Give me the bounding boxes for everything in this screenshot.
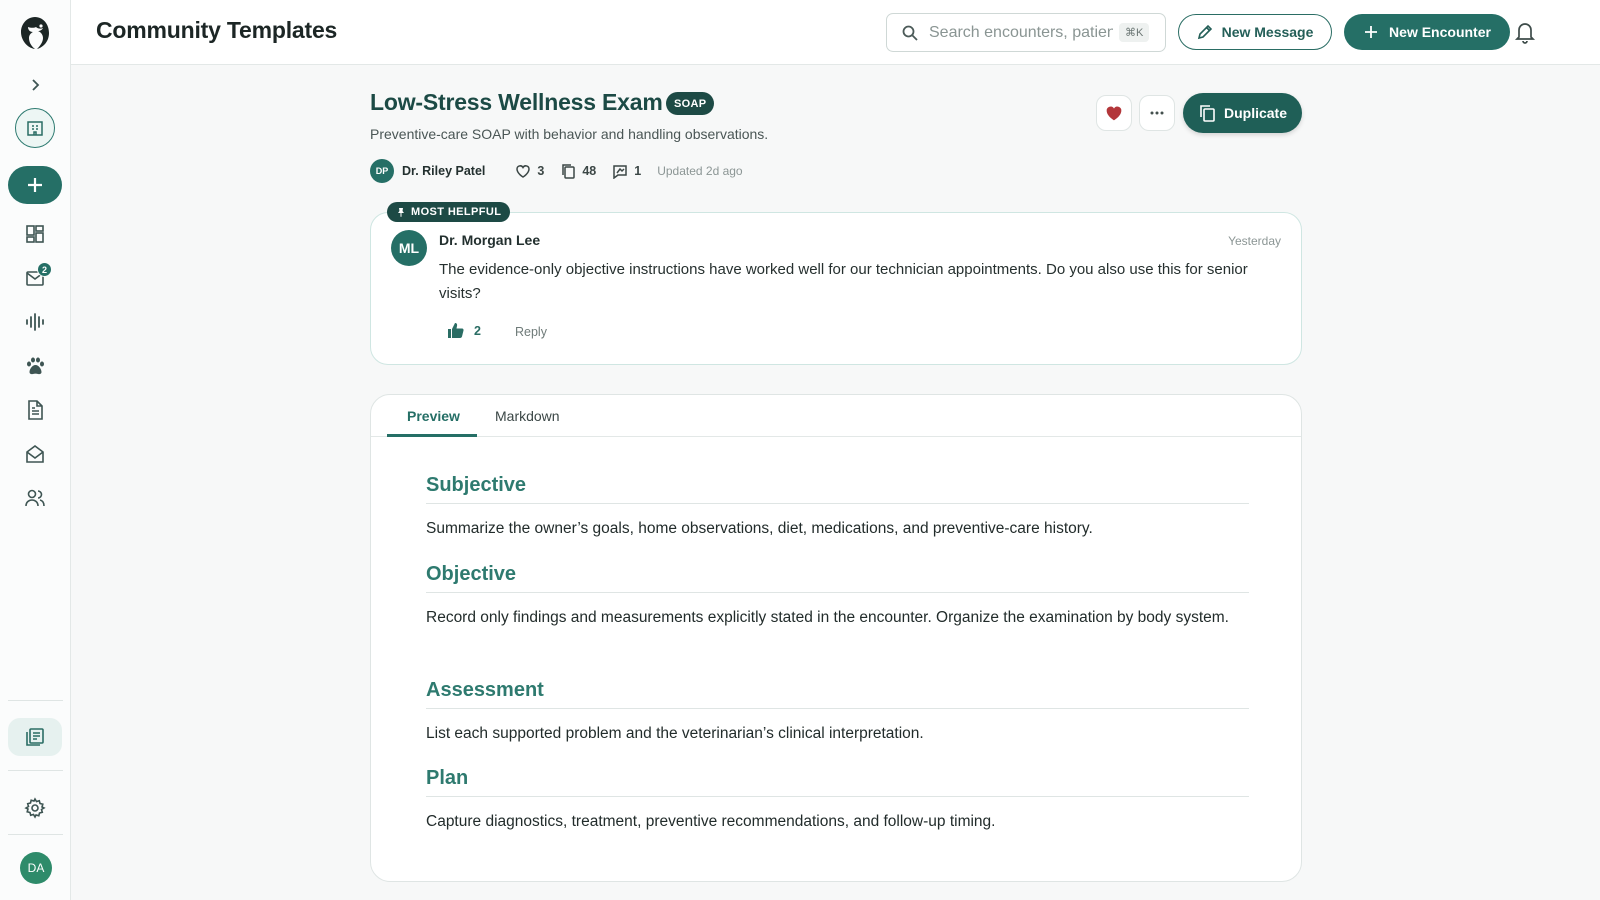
section-title: Objective bbox=[426, 563, 1249, 593]
new-item-plus-icon[interactable] bbox=[8, 166, 62, 204]
comment-body: The evidence-only objective instructions… bbox=[439, 261, 1248, 302]
dashboard-icon[interactable] bbox=[8, 215, 62, 253]
clinic-switcher-icon[interactable] bbox=[15, 108, 55, 148]
template-preview-card: Preview Markdown Subjective Summarize th… bbox=[370, 394, 1302, 882]
comment-like-count: 2 bbox=[474, 323, 481, 338]
section-objective: Objective Record only findings and measu… bbox=[426, 563, 1249, 631]
section-subjective: Subjective Summarize the owner’s goals, … bbox=[426, 474, 1249, 542]
new-message-label: New Message bbox=[1221, 24, 1314, 40]
duplicate-label: Duplicate bbox=[1223, 105, 1287, 121]
author-name[interactable]: Dr. Riley Patel bbox=[402, 164, 485, 178]
new-message-button[interactable]: New Message bbox=[1178, 14, 1332, 50]
inbox-icon[interactable]: 2 bbox=[8, 259, 62, 297]
section-assessment: Assessment List each supported problem a… bbox=[426, 679, 1249, 747]
paw-icon[interactable] bbox=[8, 347, 62, 385]
expand-sidebar-chevron-icon[interactable] bbox=[8, 66, 62, 104]
top-header: Community Templates ⌘K New Message New E… bbox=[71, 0, 1600, 65]
template-type-badge: SOAP bbox=[666, 92, 715, 115]
most-helpful-badge: MOST HELPFUL bbox=[387, 202, 511, 222]
comment-time: Yesterday bbox=[1228, 234, 1281, 248]
template-title: Low-Stress Wellness Exam bbox=[370, 89, 663, 115]
favorite-button[interactable] bbox=[1096, 95, 1132, 131]
comment-icon bbox=[613, 165, 627, 179]
section-title: Assessment bbox=[426, 679, 1249, 709]
search-icon bbox=[902, 25, 918, 41]
global-search[interactable]: ⌘K bbox=[886, 13, 1166, 52]
copy-icon bbox=[562, 164, 576, 179]
duplicate-button[interactable]: Duplicate bbox=[1183, 93, 1302, 133]
preview-tabs: Preview Markdown bbox=[371, 395, 1301, 437]
section-body: Capture diagnostics, treatment, preventi… bbox=[426, 813, 996, 830]
sidebar-divider bbox=[8, 834, 63, 835]
heart-outline-icon bbox=[516, 165, 531, 178]
duplicate-icon bbox=[1200, 105, 1215, 122]
tab-preview[interactable]: Preview bbox=[407, 408, 460, 424]
more-dots-icon bbox=[1150, 111, 1164, 115]
updated-time: Updated 2d ago bbox=[657, 164, 743, 178]
settings-gear-icon[interactable] bbox=[8, 789, 62, 827]
section-title: Plan bbox=[426, 767, 1249, 797]
comment-like-button[interactable]: 2 bbox=[447, 322, 481, 339]
search-input[interactable] bbox=[929, 23, 1113, 42]
user-avatar[interactable]: DA bbox=[20, 852, 52, 884]
section-plan: Plan Capture diagnostics, treatment, pre… bbox=[426, 767, 1249, 835]
reply-button[interactable]: Reply bbox=[515, 325, 547, 339]
page-title: Community Templates bbox=[96, 17, 338, 43]
section-body: Summarize the owner’s goals, home observ… bbox=[426, 520, 1093, 537]
section-body: Record only findings and measurements ex… bbox=[426, 609, 1229, 626]
audio-waveform-icon[interactable] bbox=[8, 303, 62, 341]
new-encounter-label: New Encounter bbox=[1389, 24, 1491, 40]
template-meta: DP Dr. Riley Patel 3 48 1 Updated 2d ago bbox=[370, 159, 743, 183]
author-avatar: DP bbox=[370, 159, 394, 183]
notifications-bell-icon[interactable] bbox=[1514, 20, 1536, 44]
more-options-button[interactable] bbox=[1139, 95, 1175, 131]
document-icon[interactable] bbox=[8, 391, 62, 429]
pencil-icon bbox=[1197, 24, 1212, 40]
thumbs-up-icon bbox=[448, 323, 464, 338]
commenter-avatar: ML bbox=[391, 230, 427, 266]
plus-icon bbox=[1365, 26, 1378, 38]
section-title: Subjective bbox=[426, 474, 1249, 504]
most-helpful-label: MOST HELPFUL bbox=[411, 206, 502, 218]
sidebar-divider bbox=[8, 700, 63, 701]
inbox-unread-badge: 2 bbox=[37, 262, 52, 277]
mail-open-icon[interactable] bbox=[8, 435, 62, 473]
commenter-name[interactable]: Dr. Morgan Lee bbox=[439, 232, 540, 248]
comments-count: 1 bbox=[634, 164, 642, 178]
section-body: List each supported problem and the vete… bbox=[426, 725, 924, 742]
tab-markdown[interactable]: Markdown bbox=[495, 408, 560, 424]
sidebar: 2 DA bbox=[0, 0, 71, 900]
likes-stat: 3 bbox=[515, 163, 544, 179]
heart-filled-icon bbox=[1106, 106, 1122, 121]
search-shortcut-hint: ⌘K bbox=[1119, 23, 1150, 42]
app-logo-icon[interactable] bbox=[8, 14, 62, 52]
comments-stat: 1 bbox=[612, 163, 641, 179]
new-encounter-button[interactable]: New Encounter bbox=[1344, 14, 1510, 50]
active-tab-indicator bbox=[387, 434, 477, 437]
templates-icon[interactable] bbox=[8, 718, 62, 756]
team-icon[interactable] bbox=[8, 479, 62, 517]
pin-icon bbox=[398, 208, 404, 217]
template-description: Preventive-care SOAP with behavior and h… bbox=[370, 126, 769, 142]
copies-stat: 48 bbox=[560, 163, 596, 179]
likes-count: 3 bbox=[537, 164, 545, 178]
sidebar-divider bbox=[8, 770, 63, 771]
copies-count: 48 bbox=[582, 164, 597, 178]
